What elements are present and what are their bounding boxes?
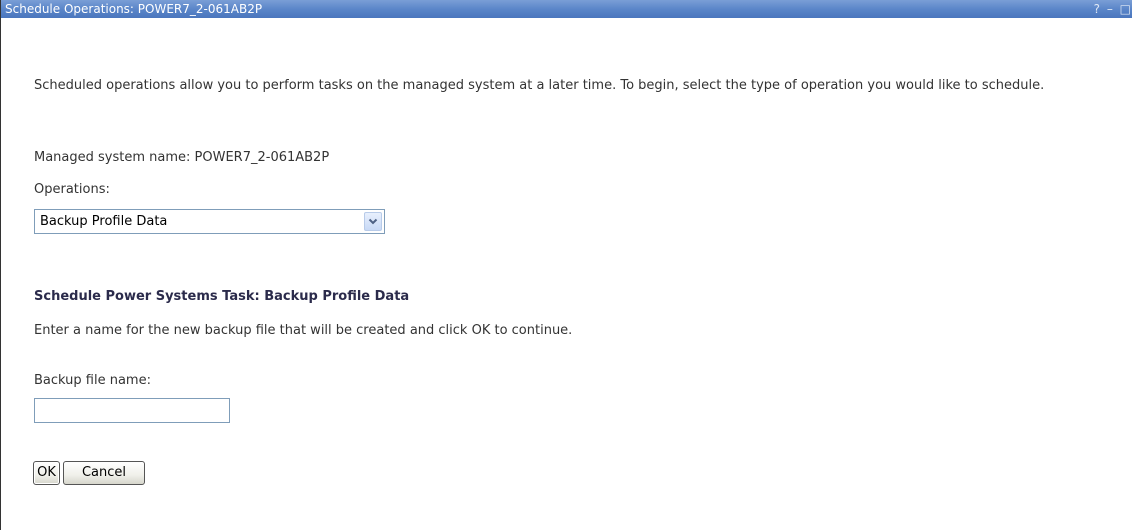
backup-file-name-label: Backup file name: — [34, 373, 151, 388]
task-section-title: Schedule Power Systems Task: Backup Prof… — [34, 289, 410, 304]
task-instructions: Enter a name for the new backup file tha… — [34, 323, 573, 338]
backup-file-name-input[interactable] — [34, 398, 230, 423]
operations-selected-value: Backup Profile Data — [40, 214, 168, 229]
window-titlebar[interactable]: Schedule Operations: POWER7_2-061AB2P ? … — [1, 0, 1132, 18]
schedule-operations-window: Schedule Operations: POWER7_2-061AB2P ? … — [0, 0, 1132, 530]
minimize-icon[interactable]: – — [1107, 2, 1113, 16]
window-title: Schedule Operations: POWER7_2-061AB2P — [5, 2, 263, 16]
chevron-down-icon[interactable] — [364, 212, 382, 231]
window-controls: ? – □ — [1091, 0, 1132, 18]
maximize-icon[interactable]: □ — [1120, 2, 1131, 16]
operations-label: Operations: — [34, 182, 110, 197]
intro-text: Scheduled operations allow you to perfor… — [34, 78, 1045, 93]
help-icon[interactable]: ? — [1094, 2, 1100, 16]
operations-select[interactable]: Backup Profile Data — [34, 209, 385, 234]
cancel-button[interactable]: Cancel — [63, 461, 145, 485]
managed-system-name: Managed system name: POWER7_2-061AB2P — [34, 150, 330, 165]
ok-button[interactable]: OK — [33, 461, 60, 485]
